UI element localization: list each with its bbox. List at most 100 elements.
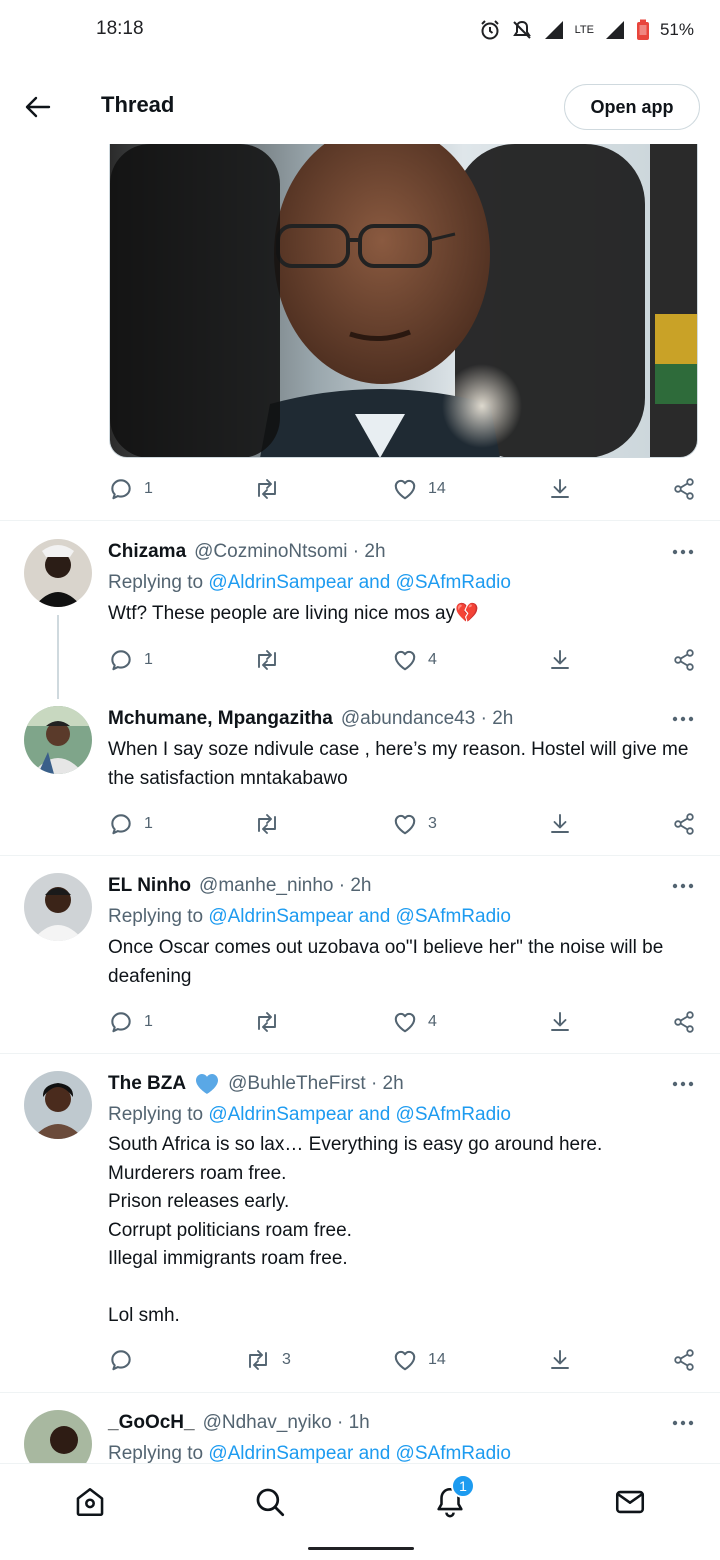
replying-to-label: Replying to — [108, 572, 209, 593]
handle-timestamp[interactable]: @BuhleTheFirst · 2h — [228, 1071, 404, 1097]
display-name[interactable]: Chizama — [108, 539, 186, 565]
more-icon — [672, 716, 694, 722]
reply-count: 1 — [144, 815, 153, 832]
reply-mentions-link[interactable]: @AldrinSampear and @SAfmRadio — [208, 1443, 511, 1463]
share-button[interactable] — [672, 474, 696, 504]
reply-mentions-link[interactable]: @AldrinSampear and @SAfmRadio — [208, 1104, 511, 1125]
tweet-header: Chizama @CozminoNtsomi · 2h — [108, 539, 386, 565]
more-button[interactable] — [670, 1071, 696, 1097]
retweet-icon — [258, 1012, 276, 1032]
reply-button[interactable]: 1 — [108, 645, 153, 675]
like-count: 14 — [428, 1351, 446, 1368]
nav-search[interactable] — [250, 1482, 290, 1522]
download-button[interactable] — [548, 1345, 572, 1375]
avatar[interactable] — [24, 539, 92, 607]
handle-timestamp[interactable]: @CozminoNtsomi · 2h — [194, 539, 385, 565]
like-icon — [394, 650, 416, 671]
avatar[interactable] — [24, 873, 92, 941]
share-icon — [674, 1011, 694, 1033]
tweet-text: Once Oscar comes out uzobava oo"I believ… — [108, 937, 664, 987]
tweet-header: The BZA @BuhleTheFirst · 2h — [108, 1071, 404, 1097]
avatar[interactable] — [24, 1071, 92, 1139]
share-button[interactable] — [672, 809, 696, 839]
retweet-button[interactable]: 3 — [244, 1345, 291, 1375]
tweet-media-image[interactable] — [109, 144, 698, 458]
avatar[interactable] — [24, 1410, 92, 1463]
reply-button[interactable]: 1 — [108, 809, 153, 839]
back-button[interactable] — [22, 91, 54, 123]
more-button[interactable] — [670, 1410, 696, 1436]
share-button[interactable] — [672, 1007, 696, 1037]
signal-icon-2 — [605, 21, 624, 39]
nav-home[interactable] — [70, 1482, 110, 1522]
tweet-text: When I say soze ndivule case , here’s my… — [108, 739, 689, 789]
more-button[interactable] — [670, 539, 696, 565]
retweet-button[interactable] — [253, 809, 291, 839]
reply-icon — [111, 1350, 131, 1371]
tweet-chizama[interactable]: Chizama @CozminoNtsomi · 2h Replying to … — [0, 539, 720, 699]
like-button[interactable]: 3 — [392, 809, 437, 839]
tweet-el-ninho[interactable]: EL Ninho @manhe_ninho · 2h Replying to @… — [0, 873, 720, 1038]
tweet-header: EL Ninho @manhe_ninho · 2h — [108, 873, 372, 899]
more-button[interactable] — [670, 873, 696, 899]
more-button[interactable] — [670, 706, 696, 732]
status-bar: 18:18 LTE 51% — [0, 0, 720, 62]
share-icon — [674, 813, 694, 835]
display-name[interactable]: The BZA — [108, 1071, 186, 1097]
reply-button[interactable]: 1 — [108, 474, 153, 504]
reply-mentions-link[interactable]: @AldrinSampear and @SAfmRadio — [208, 906, 511, 927]
divider — [0, 1053, 720, 1054]
like-button[interactable]: 14 — [392, 1345, 446, 1375]
share-icon — [674, 1349, 694, 1371]
tweet-mchumane[interactable]: Mchumane, Mpangazitha @abundance43 · 2h … — [0, 706, 720, 846]
open-app-button[interactable]: Open app — [564, 84, 700, 130]
retweet-button[interactable] — [253, 1007, 291, 1037]
share-button[interactable] — [672, 1345, 696, 1375]
download-button[interactable] — [548, 474, 572, 504]
replying-to-label: Replying to — [108, 906, 209, 927]
status-icons: LTE 51% — [479, 16, 694, 44]
divider — [0, 520, 720, 521]
battery-percent: 51% — [659, 20, 694, 39]
download-button[interactable] — [548, 1007, 572, 1037]
home-gesture-pill[interactable] — [308, 1547, 414, 1550]
alarm-icon — [480, 20, 499, 40]
reply-button[interactable] — [108, 1345, 144, 1375]
like-button[interactable]: 4 — [392, 1007, 437, 1037]
download-button[interactable] — [548, 809, 572, 839]
handle-timestamp[interactable]: @abundance43 · 2h — [341, 706, 513, 732]
display-name[interactable]: _GoOcH_ — [108, 1410, 195, 1436]
nav-messages[interactable] — [610, 1482, 650, 1522]
status-time: 18:18 — [96, 18, 144, 39]
handle-timestamp[interactable]: @manhe_ninho · 2h — [199, 873, 371, 899]
thread-header: Thread Open app — [0, 70, 720, 144]
replying-to: Replying to @AldrinSampear and @SAfmRadi… — [108, 1441, 511, 1463]
reply-icon — [111, 479, 131, 500]
tweet-actions: 1 4 — [108, 645, 698, 675]
like-button[interactable]: 4 — [392, 645, 437, 675]
like-count: 4 — [428, 651, 437, 668]
search-icon — [256, 1488, 285, 1517]
display-name[interactable]: Mchumane, Mpangazitha — [108, 706, 333, 732]
like-button[interactable]: 14 — [392, 474, 446, 504]
tweet-header: Mchumane, Mpangazitha @abundance43 · 2h — [108, 706, 513, 732]
retweet-button[interactable] — [253, 474, 291, 504]
mute-icon — [512, 20, 531, 39]
retweet-button[interactable] — [253, 645, 291, 675]
avatar[interactable] — [24, 706, 92, 774]
download-button[interactable] — [548, 645, 572, 675]
handle-timestamp[interactable]: @Ndhav_nyiko · 1h — [203, 1410, 370, 1436]
battery-icon — [636, 19, 649, 40]
tweet-header: _GoOcH_ @Ndhav_nyiko · 1h — [108, 1410, 370, 1436]
display-name[interactable]: EL Ninho — [108, 873, 191, 899]
tweet-gooch[interactable]: _GoOcH_ @Ndhav_nyiko · 1h Replying to @A… — [0, 1410, 720, 1463]
reply-mentions-link[interactable]: @AldrinSampear and @SAfmRadio — [208, 572, 511, 593]
home-icon — [76, 1487, 104, 1517]
reply-button[interactable]: 1 — [108, 1007, 153, 1037]
share-button[interactable] — [672, 645, 696, 675]
bottom-navigation — [0, 1463, 720, 1536]
divider — [0, 1392, 720, 1393]
replying-to-label: Replying to — [108, 1104, 209, 1125]
share-icon — [674, 649, 694, 671]
tweet-the-bza[interactable]: The BZA @BuhleTheFirst · 2h Replying to … — [0, 1071, 720, 1376]
